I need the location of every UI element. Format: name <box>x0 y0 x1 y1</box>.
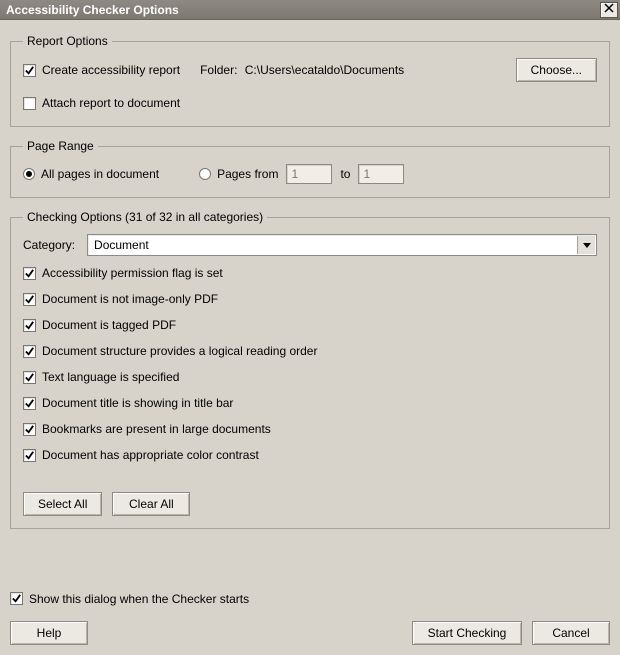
checking-option-checkbox[interactable]: Bookmarks are present in large documents <box>23 422 597 436</box>
checking-options-list: Accessibility permission flag is set Docu… <box>23 266 597 462</box>
checking-option-label: Document title is showing in title bar <box>42 396 233 410</box>
chevron-down-icon <box>577 236 595 254</box>
folder-path: C:\Users\ecataldo\Documents <box>245 63 404 77</box>
pages-from-label: Pages from <box>217 167 278 181</box>
checking-option-label: Document is not image-only PDF <box>42 292 218 306</box>
help-button[interactable]: Help <box>10 621 88 645</box>
checking-option-label: Document has appropriate color contrast <box>42 448 259 462</box>
page-range-group: Page Range All pages in document Pages f… <box>10 139 610 198</box>
show-dialog-label: Show this dialog when the Checker starts <box>29 592 249 606</box>
pages-from-radio[interactable]: Pages from <box>199 167 278 181</box>
checking-options-legend: Checking Options (31 of 32 in all catego… <box>23 210 267 224</box>
checking-option-checkbox[interactable]: Document is not image-only PDF <box>23 292 597 306</box>
choose-folder-button[interactable]: Choose... <box>516 58 597 82</box>
checking-option-checkbox[interactable]: Document is tagged PDF <box>23 318 597 332</box>
select-all-button[interactable]: Select All <box>23 492 102 516</box>
category-label: Category: <box>23 238 75 252</box>
close-button[interactable] <box>600 2 618 18</box>
clear-all-button[interactable]: Clear All <box>112 492 190 516</box>
attach-report-checkbox[interactable]: Attach report to document <box>23 96 180 110</box>
folder-label: Folder: C:\Users\ecataldo\Documents <box>200 63 404 77</box>
checking-option-label: Document structure provides a logical re… <box>42 344 317 358</box>
checking-option-checkbox[interactable]: Document has appropriate color contrast <box>23 448 597 462</box>
dialog-body: Report Options Create accessibility repo… <box>0 20 620 655</box>
to-label: to <box>340 167 350 181</box>
create-report-label: Create accessibility report <box>42 63 180 77</box>
titlebar: Accessibility Checker Options <box>0 0 620 20</box>
create-report-checkbox[interactable]: Create accessibility report <box>23 63 180 77</box>
checking-option-checkbox[interactable]: Document structure provides a logical re… <box>23 344 597 358</box>
page-from-input[interactable] <box>286 164 332 184</box>
checking-option-checkbox[interactable]: Document title is showing in title bar <box>23 396 597 410</box>
start-checking-button[interactable]: Start Checking <box>412 621 522 645</box>
checking-options-group: Checking Options (31 of 32 in all catego… <box>10 210 610 529</box>
window-title: Accessibility Checker Options <box>6 3 179 17</box>
checking-option-checkbox[interactable]: Accessibility permission flag is set <box>23 266 597 280</box>
category-value: Document <box>94 238 149 252</box>
category-select[interactable]: Document <box>87 234 597 256</box>
page-range-legend: Page Range <box>23 139 98 153</box>
dialog-window: Accessibility Checker Options Report Opt… <box>0 0 620 655</box>
checking-option-checkbox[interactable]: Text language is specified <box>23 370 597 384</box>
attach-report-label: Attach report to document <box>42 96 180 110</box>
cancel-button[interactable]: Cancel <box>532 621 610 645</box>
show-dialog-checkbox[interactable]: Show this dialog when the Checker starts <box>10 592 249 606</box>
close-icon <box>604 3 614 16</box>
checking-option-label: Document is tagged PDF <box>42 318 176 332</box>
dialog-footer: Show this dialog when the Checker starts… <box>10 586 610 646</box>
all-pages-label: All pages in document <box>41 167 159 181</box>
checking-option-label: Bookmarks are present in large documents <box>42 422 271 436</box>
page-to-input[interactable] <box>358 164 404 184</box>
checking-option-label: Accessibility permission flag is set <box>42 266 223 280</box>
report-options-legend: Report Options <box>23 34 112 48</box>
report-options-group: Report Options Create accessibility repo… <box>10 34 610 127</box>
all-pages-radio[interactable]: All pages in document <box>23 167 159 181</box>
checking-option-label: Text language is specified <box>42 370 179 384</box>
